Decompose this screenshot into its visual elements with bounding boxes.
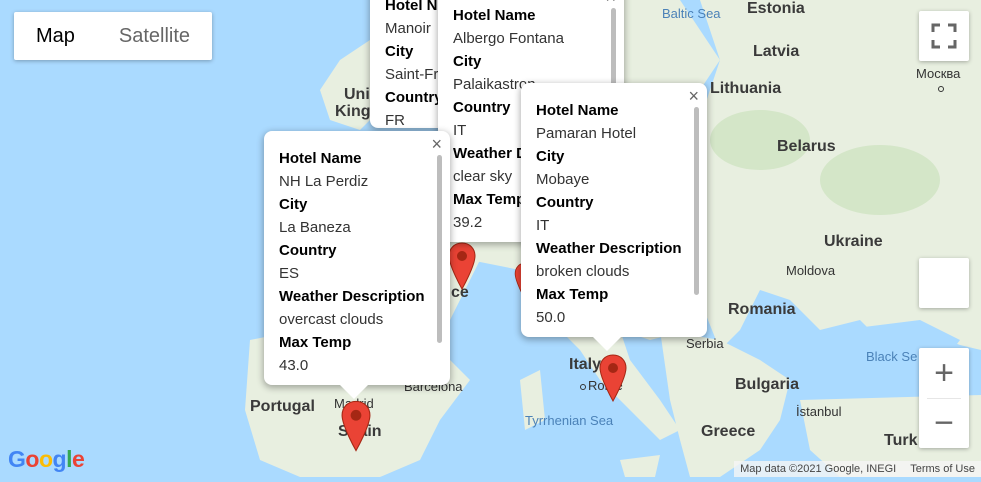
baltic-sea-label: Baltic Sea: [662, 6, 721, 21]
istanbul-label: İstanbul: [796, 404, 842, 419]
map-type-control: Map Satellite: [14, 12, 213, 60]
moscow-dot-icon: [938, 80, 946, 96]
map-type-satellite-button[interactable]: Satellite: [97, 12, 212, 60]
country-label: Country: [279, 242, 337, 259]
ukraine-label: Ukraine: [824, 233, 883, 250]
greece-label: Greece: [701, 423, 756, 440]
city-value: Mobaye: [536, 171, 590, 188]
city-label: City: [453, 53, 482, 70]
map-marker-pin-icon[interactable]: [341, 400, 371, 452]
info-window: × Hotel Name NH La Perdiz City La Baneza…: [264, 131, 450, 399]
weather-description-value: broken clouds: [536, 263, 630, 280]
city-label: City: [279, 196, 308, 213]
belarus-label: Belarus: [777, 138, 836, 155]
country-value: IT: [536, 217, 550, 234]
zoom-out-button[interactable]: −: [919, 398, 969, 448]
hotel-name-value: Albergo Fontana: [453, 30, 564, 47]
lithuania-label: Lithuania: [710, 80, 782, 97]
map-data-attribution: Map data ©2021 Google, INEGI: [740, 463, 897, 475]
map-type-map-button[interactable]: Map: [14, 12, 97, 60]
max-temp-label: Max Temp: [279, 334, 352, 351]
street-view-button[interactable]: [919, 258, 969, 308]
close-icon[interactable]: ×: [431, 133, 442, 156]
hotel-name-label: Hotel Name: [279, 150, 362, 167]
fullscreen-button[interactable]: [919, 11, 969, 61]
latvia-label: Latvia: [753, 43, 800, 60]
tyrrhenian-sea-label: Tyrrhenian Sea: [525, 413, 614, 428]
info-window-tail: [593, 337, 621, 351]
bulgaria-label: Bulgaria: [735, 376, 800, 393]
info-window-tail: [340, 385, 368, 399]
max-temp-value: 43.0: [279, 357, 309, 374]
weather-description-label: Weather Description: [279, 288, 425, 305]
country-value: ES: [279, 265, 300, 282]
map-marker-pin-icon[interactable]: [448, 242, 476, 290]
scrollbar[interactable]: [694, 107, 699, 295]
country-label: Country: [536, 194, 594, 211]
turkey-label: Turk: [884, 432, 918, 449]
weather-description-label: Weather Description: [536, 240, 682, 257]
city-label: City: [536, 148, 565, 165]
hotel-name-label: Hotel Name: [453, 7, 536, 24]
zoom-in-button[interactable]: +: [919, 348, 969, 398]
zoom-divider: [927, 398, 961, 399]
terms-of-use-link[interactable]: Terms of Use: [910, 463, 975, 475]
hotel-name-value: Pamaran Hotel: [536, 125, 637, 142]
fullscreen-icon: [931, 23, 957, 49]
moscow-label: Москва: [916, 66, 961, 81]
map-attribution: Map data ©2021 Google, INEGI Terms of Us…: [734, 461, 981, 477]
city-value: La Baneza: [279, 219, 351, 236]
serbia-label: Serbia: [686, 336, 724, 351]
estonia-label: Estonia: [747, 0, 805, 17]
hotel-name-label: Hotel Name: [536, 102, 619, 119]
max-temp-label: Max Temp: [536, 286, 609, 303]
close-icon[interactable]: ×: [688, 85, 699, 108]
uk-label-line1: Uni: [344, 86, 370, 103]
uk-label-line2: King: [335, 103, 371, 120]
info-window: × Hotel Name Pamaran Hotel City Mobaye C…: [521, 83, 707, 351]
black-sea-label: Black Se: [866, 349, 918, 364]
google-logo[interactable]: Google: [8, 446, 85, 473]
scrollbar[interactable]: [437, 155, 442, 343]
italy-label: Italy: [569, 356, 602, 373]
moldova-label: Moldova: [786, 263, 836, 278]
romania-label: Romania: [728, 301, 796, 318]
weather-description-value: overcast clouds: [279, 311, 384, 328]
zoom-control: + −: [919, 348, 969, 448]
max-temp-value: 50.0: [536, 309, 566, 326]
map-marker-pin-icon[interactable]: [599, 354, 627, 402]
portugal-label: Portugal: [250, 398, 315, 415]
hotel-name-value: NH La Perdiz: [279, 173, 369, 190]
